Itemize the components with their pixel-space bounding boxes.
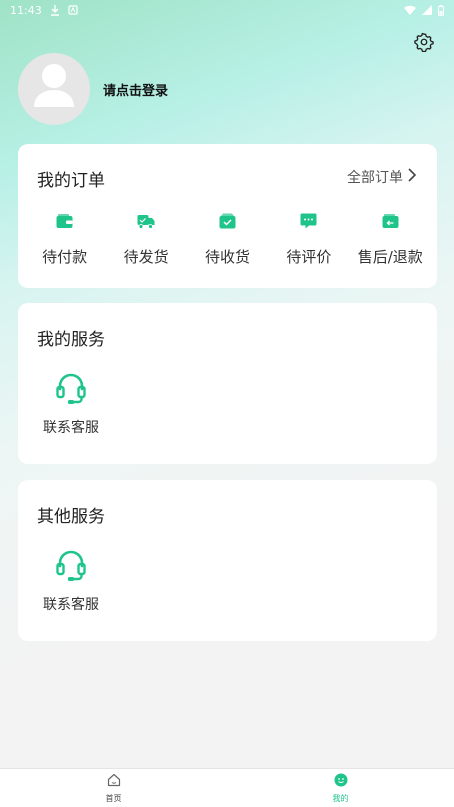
tab-home-label: 首页 [105, 794, 122, 803]
comment-icon [300, 212, 318, 230]
refund-icon [381, 212, 399, 230]
order-item-label: 待收货 [204, 248, 250, 266]
order-item-label: 售后/退款 [357, 248, 423, 266]
truck-icon [137, 212, 155, 230]
chevron-right-icon [407, 168, 417, 186]
profile-smile-icon [334, 772, 348, 791]
other-services-title: 其他服务 [37, 507, 105, 527]
tab-mine[interactable]: 我的 [227, 769, 454, 807]
status-left: 11:43 [10, 4, 78, 17]
status-time: 11:43 [10, 3, 42, 17]
order-status-list: 待付款 待发货 待收货 待评价 售后/退款 [18, 212, 437, 267]
contact-support-button[interactable]: 联系客服 [40, 548, 102, 614]
status-bar: 11:43 [0, 0, 454, 20]
contact-support-button[interactable]: 联系客服 [40, 371, 102, 437]
avatar[interactable] [18, 53, 90, 125]
order-item-pending-payment[interactable]: 待付款 [27, 212, 103, 267]
box-check-icon [218, 212, 236, 230]
headset-icon [54, 371, 88, 405]
tab-home[interactable]: 首页 [0, 769, 227, 807]
contact-support-label: 联系客服 [43, 420, 99, 436]
user-placeholder-icon [18, 53, 90, 125]
other-services-card: 其他服务 联系客服 [18, 480, 437, 641]
settings-button[interactable] [414, 32, 434, 53]
download-icon [50, 4, 60, 16]
my-orders-card: 我的订单 全部订单 待付款 待发货 待收货 待评价 售后/退款 [18, 144, 437, 288]
home-icon [107, 772, 121, 791]
status-right [404, 4, 444, 16]
my-orders-title: 我的订单 [37, 171, 105, 191]
my-services-title: 我的服务 [37, 330, 105, 350]
order-item-pending-review[interactable]: 待评价 [271, 212, 347, 267]
order-item-pending-shipment[interactable]: 待发货 [108, 212, 184, 267]
all-orders-label: 全部订单 [347, 170, 403, 186]
my-services-card: 我的服务 联系客服 [18, 303, 437, 464]
order-item-label: 待评价 [286, 248, 332, 266]
order-item-label: 待付款 [42, 248, 88, 266]
order-item-after-sales[interactable]: 售后/退款 [352, 212, 428, 267]
wallet-icon [56, 212, 74, 230]
battery-icon [438, 4, 444, 16]
contact-support-label: 联系客服 [43, 597, 99, 613]
notification-icon [68, 5, 78, 15]
login-prompt[interactable]: 请点击登录 [103, 80, 168, 99]
order-item-label: 待发货 [123, 248, 169, 266]
headset-icon [54, 548, 88, 582]
wifi-icon [404, 5, 416, 15]
all-orders-link[interactable]: 全部订单 [347, 167, 417, 187]
gear-icon [414, 32, 434, 56]
signal-icon [422, 5, 432, 15]
order-item-pending-receipt[interactable]: 待收货 [189, 212, 265, 267]
bottom-tab-bar: 首页 我的 [0, 768, 454, 807]
tab-mine-label: 我的 [332, 794, 349, 803]
